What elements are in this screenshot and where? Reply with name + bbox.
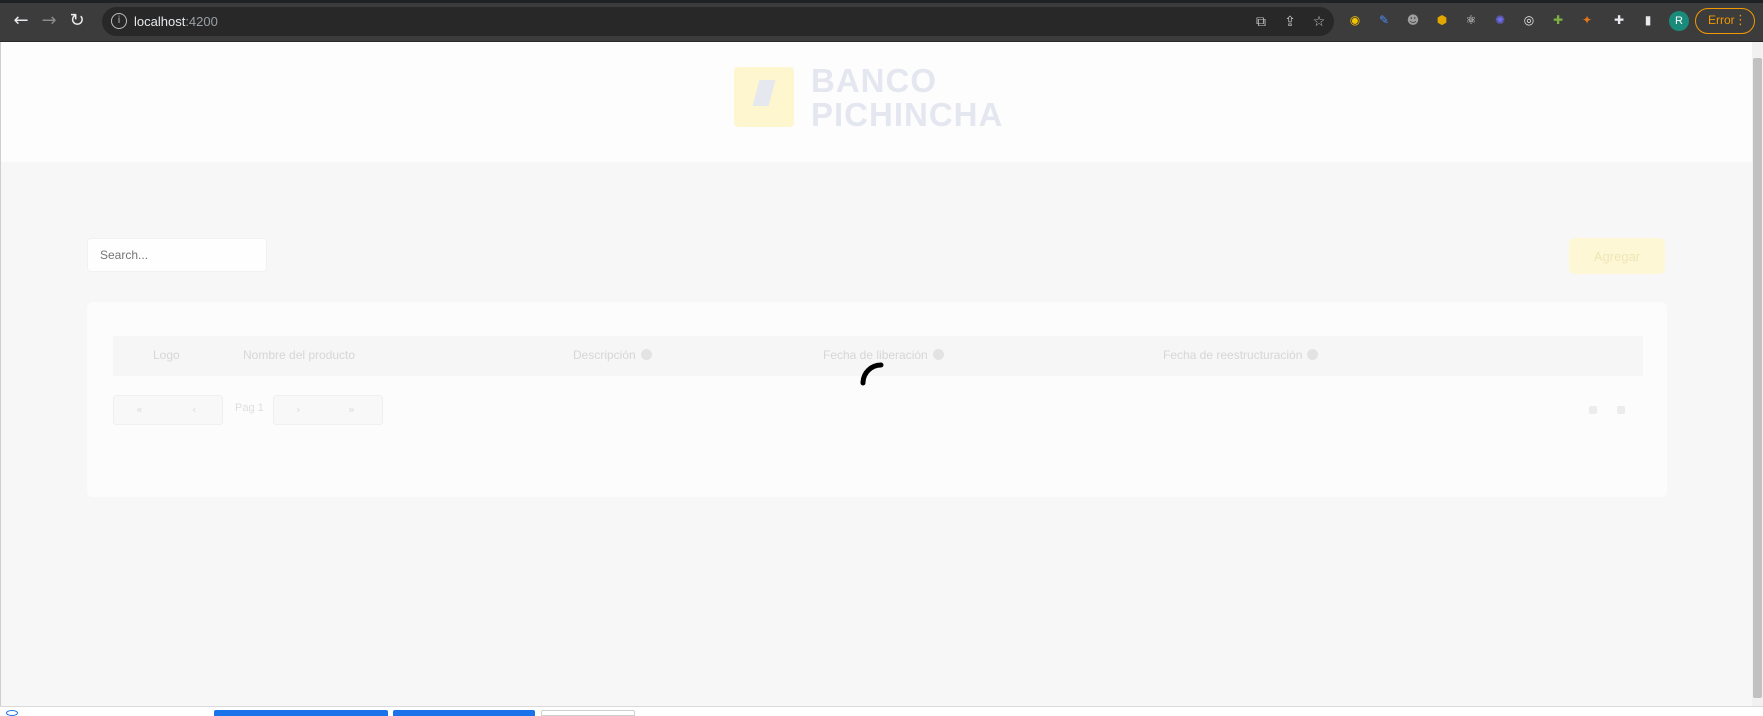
translate-icon[interactable]: ⧉ bbox=[1252, 13, 1270, 31]
add-product-button[interactable]: Agregar bbox=[1569, 238, 1665, 274]
page-content: BANCO PICHINCHA Agregar Logo Nombre del … bbox=[0, 42, 1752, 706]
browser-toolbar: ← → ↻ i localhost:4200 ⧉ ⇪ ☆ ◉ ✎ ☻ ⬢ ⚛ ✺ ◎ ✚ ✦ ✚… bbox=[0, 0, 1763, 42]
info-icon bbox=[640, 349, 652, 360]
extension-3-icon[interactable]: ☻ bbox=[1404, 11, 1422, 29]
pager-next-group: › » bbox=[273, 395, 383, 425]
column-header-description: Descripción bbox=[573, 348, 652, 362]
address-bar[interactable]: i localhost:4200 ⧉ ⇪ ☆ bbox=[102, 7, 1334, 36]
last-page-button[interactable]: » bbox=[348, 403, 355, 416]
extension-6-icon[interactable]: ✺ bbox=[1491, 11, 1509, 29]
profile-avatar[interactable]: R bbox=[1669, 11, 1689, 31]
share-icon[interactable]: ⇪ bbox=[1281, 13, 1299, 31]
extensions-puzzle-icon[interactable]: ✚ bbox=[1610, 11, 1628, 29]
page-indicator: Pag 1 bbox=[235, 402, 264, 414]
pager-prev-group: « ‹ bbox=[113, 395, 223, 425]
page-size-arrow-icon[interactable] bbox=[1617, 406, 1625, 414]
logo-line-2: PICHINCHA bbox=[811, 96, 1004, 133]
column-header-restructure-date: Fecha de reestructuración bbox=[1163, 348, 1319, 362]
url-text[interactable]: localhost:4200 bbox=[134, 14, 218, 29]
app-header: BANCO PICHINCHA bbox=[1, 42, 1752, 162]
side-panel-icon[interactable]: ▮ bbox=[1639, 11, 1657, 29]
taskbar-start-icon[interactable] bbox=[6, 710, 18, 716]
metamask-icon[interactable]: ✦ bbox=[1578, 11, 1596, 29]
reload-icon[interactable]: ↻ bbox=[66, 10, 88, 32]
logo-line-1: BANCO bbox=[811, 62, 937, 99]
back-icon[interactable]: ← bbox=[10, 10, 32, 32]
react-devtools-icon[interactable]: ⚛ bbox=[1462, 11, 1480, 29]
info-icon bbox=[932, 349, 944, 360]
column-header-logo: Logo bbox=[153, 348, 180, 362]
menu-dots-icon: ⋮ bbox=[1734, 13, 1747, 28]
info-icon bbox=[1307, 349, 1319, 360]
extension-7-icon[interactable]: ◎ bbox=[1520, 11, 1538, 29]
site-info-icon[interactable]: i bbox=[111, 13, 127, 29]
url-port: :4200 bbox=[185, 14, 218, 29]
products-table-card: Logo Nombre del producto Descripción Fec… bbox=[87, 302, 1667, 497]
page-size-control[interactable] bbox=[1589, 406, 1597, 414]
taskbar-item-1[interactable] bbox=[214, 710, 388, 716]
extension-2-icon[interactable]: ✎ bbox=[1375, 11, 1393, 29]
error-label: Error bbox=[1708, 13, 1735, 27]
bookmark-star-icon[interactable]: ☆ bbox=[1310, 13, 1328, 31]
tab-strip-edge bbox=[0, 0, 1763, 3]
extension-8-icon[interactable]: ✚ bbox=[1549, 11, 1567, 29]
search-input[interactable] bbox=[87, 238, 267, 272]
column-header-name: Nombre del producto bbox=[243, 348, 356, 362]
error-menu-button[interactable]: Error ⋮ bbox=[1695, 8, 1755, 34]
extension-1-icon[interactable]: ◉ bbox=[1346, 11, 1364, 29]
scrollbar-thumb[interactable] bbox=[1753, 58, 1762, 698]
bank-logo-text: BANCO PICHINCHA bbox=[811, 64, 1003, 132]
bank-logo-icon bbox=[734, 67, 794, 127]
taskbar-item-3[interactable] bbox=[541, 710, 635, 716]
next-page-button[interactable]: › bbox=[296, 403, 300, 416]
url-host: localhost bbox=[134, 14, 186, 29]
forward-icon[interactable]: → bbox=[38, 10, 60, 32]
prev-page-button[interactable]: ‹ bbox=[192, 403, 196, 416]
taskbar-item-2[interactable] bbox=[393, 710, 535, 716]
extension-4-icon[interactable]: ⬢ bbox=[1433, 11, 1451, 29]
loading-spinner-icon bbox=[860, 362, 884, 386]
first-page-button[interactable]: « bbox=[136, 403, 143, 416]
